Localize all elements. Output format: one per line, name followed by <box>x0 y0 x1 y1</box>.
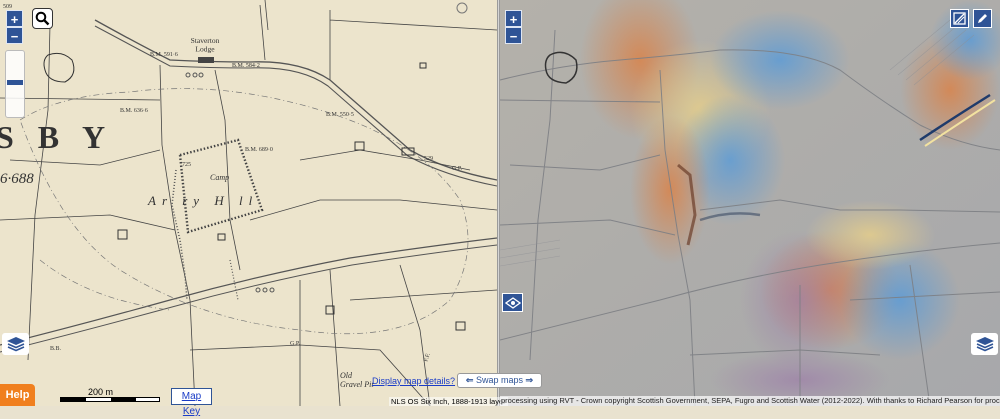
map-label-line: Lodge <box>195 44 215 53</box>
opacity-slider-handle[interactable] <box>7 80 23 85</box>
display-map-details-link[interactable]: Display map details? <box>372 376 455 386</box>
left-zoom-in-button[interactable]: + <box>6 10 23 27</box>
label-camp: Camp <box>210 173 229 182</box>
eye-icon <box>504 296 521 309</box>
label-bm3: B.M. 636·6 <box>120 108 148 114</box>
map-label-line: Gravel Pit <box>340 380 374 389</box>
label-gp2: G.P. <box>290 341 301 347</box>
scale-bar <box>60 397 160 402</box>
opacity-slider[interactable] <box>5 50 25 118</box>
lidar-map-pane[interactable]: + − <box>500 0 1000 406</box>
visibility-toggle-button[interactable] <box>502 293 523 312</box>
os-six-inch-map[interactable]: Staverton Lodge B.M. 591·6 B.M. 584·2 B.M… <box>0 0 497 406</box>
layers-icon <box>6 337 25 352</box>
label-bm2: B.M. 584·2 <box>232 63 260 69</box>
right-layers-button[interactable] <box>971 333 998 355</box>
magnifier-icon <box>35 11 50 26</box>
draw-button[interactable] <box>973 9 992 28</box>
swap-left-arrow-icon: ⇐ <box>465 375 474 385</box>
pencil-icon <box>978 14 987 23</box>
lidar-hillshade-map[interactable] <box>500 0 1000 406</box>
right-zoom-in-button[interactable]: + <box>505 10 522 27</box>
historic-map-pane[interactable]: Staverton Lodge B.M. 591·6 B.M. 584·2 B.M… <box>0 0 497 406</box>
swap-maps-button[interactable]: ⇐ Swap maps ⇒ <box>457 373 542 388</box>
label-sby: S B Y <box>0 119 113 155</box>
layers-icon <box>975 337 994 352</box>
help-button[interactable]: Help <box>0 384 35 406</box>
label-hill: Ar ry H ll <box>147 193 258 208</box>
search-button[interactable] <box>32 8 53 29</box>
label-bm5: B.M. 689·0 <box>245 147 273 153</box>
label-725: 725 <box>182 162 191 168</box>
layer-name-label: NLS OS Six Inch, 1888-1913 layer <box>389 397 508 406</box>
left-layers-button[interactable] <box>2 333 29 355</box>
label-bm4: B.M. 550·5 <box>326 112 354 118</box>
attribution-text: processing using RVT - Crown copyright S… <box>500 396 1000 406</box>
swap-right-arrow-icon: ⇒ <box>525 375 534 385</box>
scale-label: 200 m <box>88 387 114 397</box>
label-area: 6·688 <box>0 171 34 187</box>
measure-icon <box>953 12 966 25</box>
label-bm1: B.M. 591·6 <box>150 52 178 58</box>
left-zoom-out-button[interactable]: − <box>6 27 23 44</box>
label-bb: B.B. <box>50 346 62 352</box>
label-gp1: G.P. <box>452 166 463 172</box>
label-529: 529 <box>424 156 433 162</box>
map-key-button[interactable]: Map Key <box>171 388 212 417</box>
measure-button[interactable] <box>950 9 969 28</box>
right-zoom-out-button[interactable]: − <box>505 27 522 44</box>
swap-maps-label: Swap maps <box>475 375 524 385</box>
